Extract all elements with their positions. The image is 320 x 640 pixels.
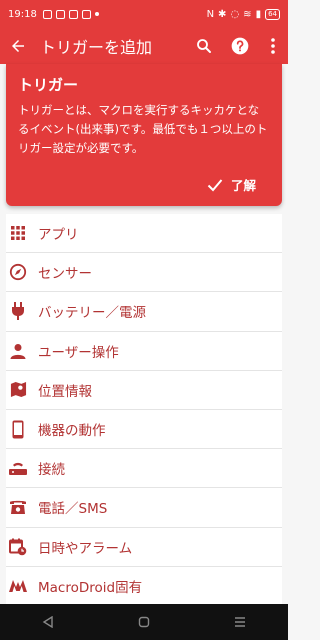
category-label: 位置情報	[38, 383, 92, 400]
category-item-device-events[interactable]: 機器の動作	[6, 410, 282, 450]
category-item-connectivity[interactable]: 接続	[6, 449, 282, 489]
search-button[interactable]	[186, 28, 222, 64]
nav-home-icon[interactable]	[138, 616, 150, 628]
category-label: 機器の動作	[38, 423, 106, 440]
system-icons: N ✱ ◌ ≋ ▮ 64	[206, 8, 280, 20]
system-navigation-bar	[0, 604, 288, 640]
macrodroid-icon	[8, 576, 28, 596]
nav-recents-icon[interactable]	[234, 616, 246, 628]
category-label: センサー	[38, 266, 92, 283]
search-icon	[197, 39, 211, 53]
nfc-icon: N	[206, 8, 215, 20]
status-time: 19:18	[8, 8, 37, 20]
dismiss-label: 了解	[230, 178, 256, 193]
help-button[interactable]	[222, 28, 258, 64]
category-item-macrodroid-specific[interactable]: MacroDroid固有	[6, 567, 282, 606]
status-bar: 19:18 N ✱ ◌ ≋ ▮ 64	[0, 0, 288, 28]
category-item-location[interactable]: 位置情報	[6, 371, 282, 410]
router-icon	[8, 458, 28, 478]
page-title: トリガーを追加	[40, 38, 153, 57]
bluetooth-icon: ✱	[218, 8, 227, 20]
category-item-battery-power[interactable]: バッテリー／電源	[6, 292, 282, 332]
category-label: アプリ	[38, 227, 79, 244]
help-icon	[231, 37, 249, 55]
battery-icon: 64	[265, 8, 280, 20]
category-item-sensor[interactable]: センサー	[6, 253, 282, 293]
twitter-icon	[68, 9, 78, 19]
message-icon	[42, 9, 52, 19]
telephone-icon	[8, 497, 28, 517]
back-arrow-icon	[12, 40, 24, 52]
category-item-phone-sms[interactable]: 電話／SMS	[6, 488, 282, 528]
calendar-clock-icon	[8, 537, 28, 557]
category-label: 電話／SMS	[38, 501, 108, 518]
category-item-user-input[interactable]: ユーザー操作	[6, 332, 282, 371]
category-item-date-time[interactable]: 日時やアラーム	[6, 528, 282, 567]
category-item-app[interactable]: アプリ	[6, 214, 282, 254]
compass-icon	[8, 262, 28, 282]
trigger-category-list: アプリ センサー バッテリー／電源 ユーザー操作 位置情報 機器の動作 接続 電…	[6, 214, 282, 606]
category-label: 日時やアラーム	[38, 540, 133, 557]
category-label: MacroDroid固有	[38, 580, 143, 597]
nav-back-icon[interactable]	[42, 616, 54, 628]
check-icon	[207, 178, 223, 191]
category-label: 接続	[38, 462, 65, 479]
category-label: バッテリー／電源	[38, 305, 146, 322]
dismiss-button[interactable]: 了解	[207, 175, 256, 194]
wifi-icon: ≋	[243, 8, 252, 20]
map-icon	[8, 380, 28, 400]
notification-icons	[42, 9, 99, 19]
more-vert-icon	[271, 38, 275, 54]
signal-icon: ▮	[255, 8, 262, 20]
mail-icon	[55, 9, 65, 19]
plug-icon	[8, 301, 28, 321]
back-button[interactable]	[0, 28, 36, 64]
app-toolbar: トリガーを追加	[0, 28, 288, 64]
app-icon	[81, 9, 91, 19]
person-icon	[8, 341, 28, 361]
overflow-menu-button[interactable]	[258, 28, 288, 64]
phone-icon	[8, 419, 28, 439]
card-description: トリガーとは、マクロを実行するキッカケとなるイベント(出来事)です。最低でも１つ…	[18, 103, 268, 155]
trigger-info-card: トリガー トリガーとは、マクロを実行するキッカケとなるイベント(出来事)です。最…	[6, 64, 282, 206]
category-label: ユーザー操作	[38, 344, 119, 361]
grid-icon	[8, 223, 28, 243]
more-notifications-icon	[94, 12, 99, 16]
card-title: トリガー	[18, 76, 79, 94]
mute-icon: ◌	[230, 8, 240, 20]
